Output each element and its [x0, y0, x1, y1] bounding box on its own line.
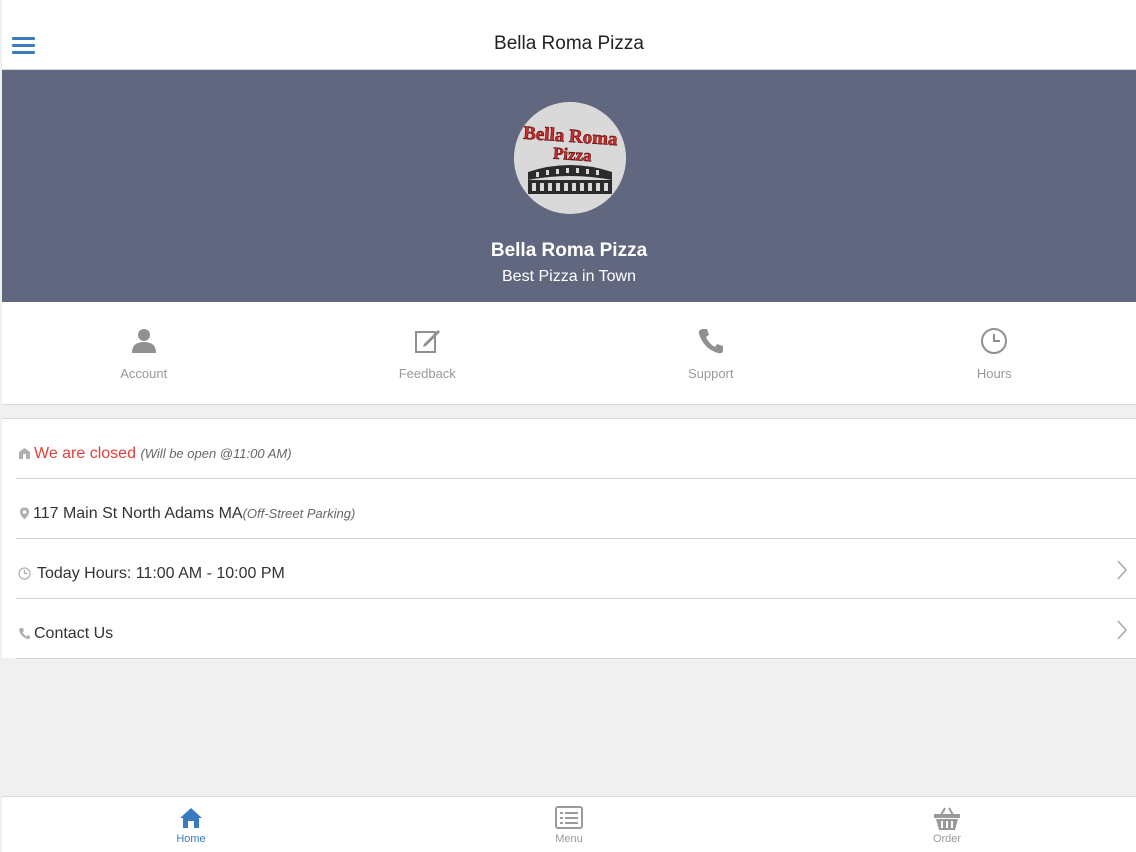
page-title: Bella Roma Pizza — [494, 33, 644, 54]
store-icon — [19, 448, 30, 459]
tab-menu[interactable]: Menu — [380, 797, 758, 852]
menu-list-icon — [555, 806, 583, 829]
phone-icon — [19, 628, 30, 640]
tab-label: Menu — [555, 833, 583, 845]
top-header: Bella Roma Pizza — [2, 0, 1136, 70]
phone-icon — [698, 329, 723, 354]
quick-action-label: Support — [687, 366, 734, 381]
quick-action-label: Feedback — [398, 366, 456, 381]
contact-us-row[interactable]: Contact Us — [16, 599, 1136, 659]
clock-icon — [981, 328, 1008, 354]
edit-icon — [415, 330, 441, 353]
quick-action-account[interactable]: Account — [2, 302, 286, 404]
tab-label: Order — [932, 833, 962, 845]
tab-home[interactable]: Home — [2, 797, 380, 852]
restaurant-name: Bella Roma Pizza — [490, 240, 648, 261]
basket-icon — [934, 807, 960, 830]
quick-action-label: Hours — [976, 366, 1012, 381]
tab-order[interactable]: Order — [758, 797, 1136, 852]
store-status-text: We are closed — [34, 445, 136, 462]
store-status-row: We are closed (Will be open @11:00 AM) — [16, 419, 1136, 479]
chevron-right-icon — [1117, 620, 1128, 640]
app-root: Bella Roma Pizza Bella Roma Pizza Bella … — [2, 0, 1136, 852]
address-row: 117 Main St North Adams MA(Off-Street Pa… — [16, 479, 1136, 539]
address-text: 117 Main St North Adams MA — [33, 505, 243, 522]
user-icon — [131, 329, 156, 353]
tab-label: Home — [176, 833, 206, 845]
quick-action-support[interactable]: Support — [569, 302, 853, 404]
restaurant-tagline: Best Pizza in Town — [502, 268, 636, 285]
quick-action-label: Account — [120, 366, 168, 381]
home-icon — [180, 808, 202, 828]
contact-us-text: Contact Us — [34, 625, 114, 642]
quick-actions-bar: Account Feedback Support Hours — [2, 302, 1136, 405]
store-info-list: We are closed (Will be open @11:00 AM) 1… — [2, 418, 1136, 659]
chevron-right-icon — [1117, 560, 1128, 580]
restaurant-banner: Bella Roma Pizza Bella Roma Pizza Best P… — [2, 70, 1136, 302]
map-pin-icon — [20, 507, 29, 520]
address-note: (Off-Street Parking) — [242, 506, 356, 521]
quick-action-feedback[interactable]: Feedback — [286, 302, 570, 404]
today-hours-row[interactable]: Today Hours: 11:00 AM - 10:00 PM — [16, 539, 1136, 599]
logo-text-line2: Pizza — [552, 144, 592, 166]
store-status-note: (Will be open @11:00 AM) — [140, 446, 292, 461]
bottom-tab-bar: Home Menu Order — [2, 796, 1136, 852]
today-hours-text: Today Hours: 11:00 AM - 10:00 PM — [37, 565, 285, 582]
restaurant-logo: Bella Roma Pizza — [514, 102, 626, 214]
quick-action-hours[interactable]: Hours — [853, 302, 1136, 404]
clock-icon — [18, 567, 31, 580]
